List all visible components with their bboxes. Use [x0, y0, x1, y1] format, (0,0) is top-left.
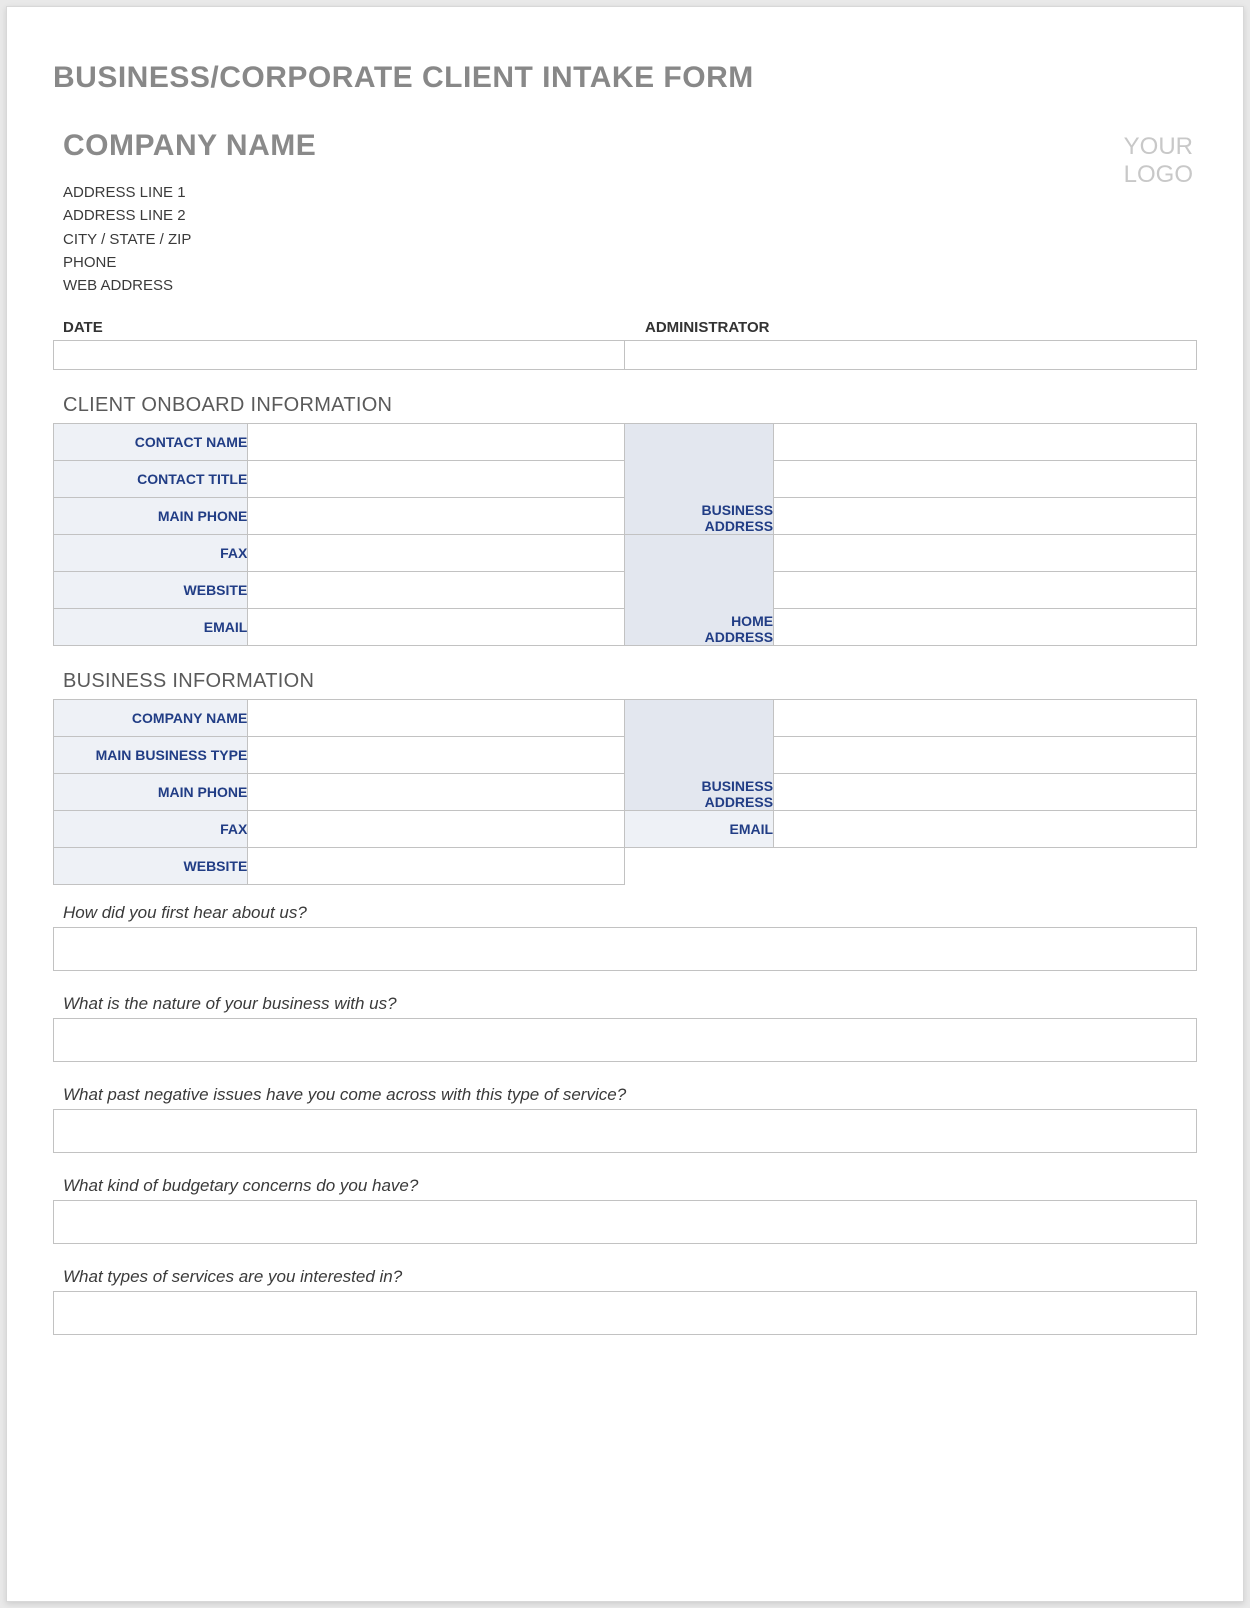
business-info-table: COMPANY NAME BUSINESSADDRESS MAIN BUSINE…: [53, 699, 1197, 885]
business-company-name-input[interactable]: [248, 700, 624, 736]
onboard-contact-title-input[interactable]: [248, 461, 624, 497]
header-row: COMPANY NAME ADDRESS LINE 1 ADDRESS LINE…: [53, 129, 1197, 297]
intake-form-page: BUSINESS/CORPORATE CLIENT INTAKE FORM CO…: [6, 6, 1244, 1602]
question-block-5: What types of services are you intereste…: [53, 1267, 1197, 1340]
date-label: DATE: [63, 319, 625, 336]
business-type-input[interactable]: [248, 737, 624, 773]
question-input-4[interactable]: [53, 1200, 1197, 1244]
address-line-1: ADDRESS LINE 1: [63, 181, 316, 204]
business-address-label: BUSINESSADDRESS: [625, 700, 774, 811]
address-phone: PHONE: [63, 251, 316, 274]
question-label-2: What is the nature of your business with…: [63, 994, 1197, 1014]
business-fax-input[interactable]: [248, 811, 624, 847]
administrator-input[interactable]: [625, 340, 1197, 370]
business-address-3[interactable]: [774, 774, 1196, 810]
question-label-3: What past negative issues have you come …: [63, 1085, 1197, 1105]
address-web: WEB ADDRESS: [63, 274, 316, 297]
onboard-home-address-2[interactable]: [774, 572, 1196, 608]
business-label-main-business-type: MAIN BUSINESS TYPE: [54, 737, 248, 774]
date-admin-labels: DATE ADMINISTRATOR: [53, 319, 1197, 336]
onboard-label-website: WEBSITE: [54, 572, 248, 609]
administrator-label: ADMINISTRATOR: [645, 319, 1197, 336]
company-address-block: ADDRESS LINE 1 ADDRESS LINE 2 CITY / STA…: [63, 181, 316, 297]
form-title: BUSINESS/CORPORATE CLIENT INTAKE FORM: [53, 61, 1197, 95]
company-name: COMPANY NAME: [63, 129, 316, 163]
logo-line-1: YOUR: [1124, 133, 1193, 161]
onboard-contact-name-input[interactable]: [248, 424, 624, 460]
question-input-5[interactable]: [53, 1291, 1197, 1335]
section-title-onboard: CLIENT ONBOARD INFORMATION: [63, 394, 1197, 417]
section-title-business: BUSINESS INFORMATION: [63, 670, 1197, 693]
question-block-1: How did you first hear about us?: [53, 903, 1197, 976]
business-label-fax: FAX: [54, 811, 248, 848]
onboard-home-address-3[interactable]: [774, 609, 1196, 645]
business-label-main-phone: MAIN PHONE: [54, 774, 248, 811]
question-block-3: What past negative issues have you come …: [53, 1085, 1197, 1158]
onboard-business-address-3[interactable]: [774, 498, 1196, 534]
logo-line-2: LOGO: [1124, 161, 1193, 189]
business-address-1[interactable]: [774, 700, 1196, 736]
address-city-state-zip: CITY / STATE / ZIP: [63, 228, 316, 251]
date-input[interactable]: [53, 340, 625, 370]
onboard-business-address-label: BUSINESSADDRESS: [625, 424, 774, 535]
question-input-2[interactable]: [53, 1018, 1197, 1062]
onboard-label-contact-title: CONTACT TITLE: [54, 461, 248, 498]
business-label-website: WEBSITE: [54, 848, 248, 885]
onboard-business-address-2[interactable]: [774, 461, 1196, 497]
question-label-5: What types of services are you intereste…: [63, 1267, 1197, 1287]
question-block-2: What is the nature of your business with…: [53, 994, 1197, 1067]
onboard-label-email: EMAIL: [54, 609, 248, 646]
onboard-main-phone-input[interactable]: [248, 498, 624, 534]
question-label-1: How did you first hear about us?: [63, 903, 1197, 923]
address-line-2: ADDRESS LINE 2: [63, 204, 316, 227]
business-address-2[interactable]: [774, 737, 1196, 773]
business-main-phone-input[interactable]: [248, 774, 624, 810]
question-label-4: What kind of budgetary concerns do you h…: [63, 1176, 1197, 1196]
onboard-label-main-phone: MAIN PHONE: [54, 498, 248, 535]
onboard-home-address-1[interactable]: [774, 535, 1196, 571]
business-website-input[interactable]: [248, 848, 624, 884]
date-admin-inputs: [53, 340, 1197, 370]
business-email-input[interactable]: [774, 811, 1196, 847]
onboard-fax-input[interactable]: [248, 535, 624, 571]
onboard-email-input[interactable]: [248, 609, 624, 645]
client-onboard-table: CONTACT NAME BUSINESSADDRESS CONTACT TIT…: [53, 423, 1197, 646]
onboard-business-address-1[interactable]: [774, 424, 1196, 460]
question-input-1[interactable]: [53, 927, 1197, 971]
onboard-label-contact-name: CONTACT NAME: [54, 424, 248, 461]
onboard-label-fax: FAX: [54, 535, 248, 572]
logo-placeholder: YOUR LOGO: [1124, 129, 1197, 188]
business-label-email: EMAIL: [625, 811, 774, 848]
question-input-3[interactable]: [53, 1109, 1197, 1153]
onboard-home-address-label: HOMEADDRESS: [625, 535, 774, 646]
onboard-website-input[interactable]: [248, 572, 624, 608]
question-block-4: What kind of budgetary concerns do you h…: [53, 1176, 1197, 1249]
business-label-company-name: COMPANY NAME: [54, 700, 248, 737]
